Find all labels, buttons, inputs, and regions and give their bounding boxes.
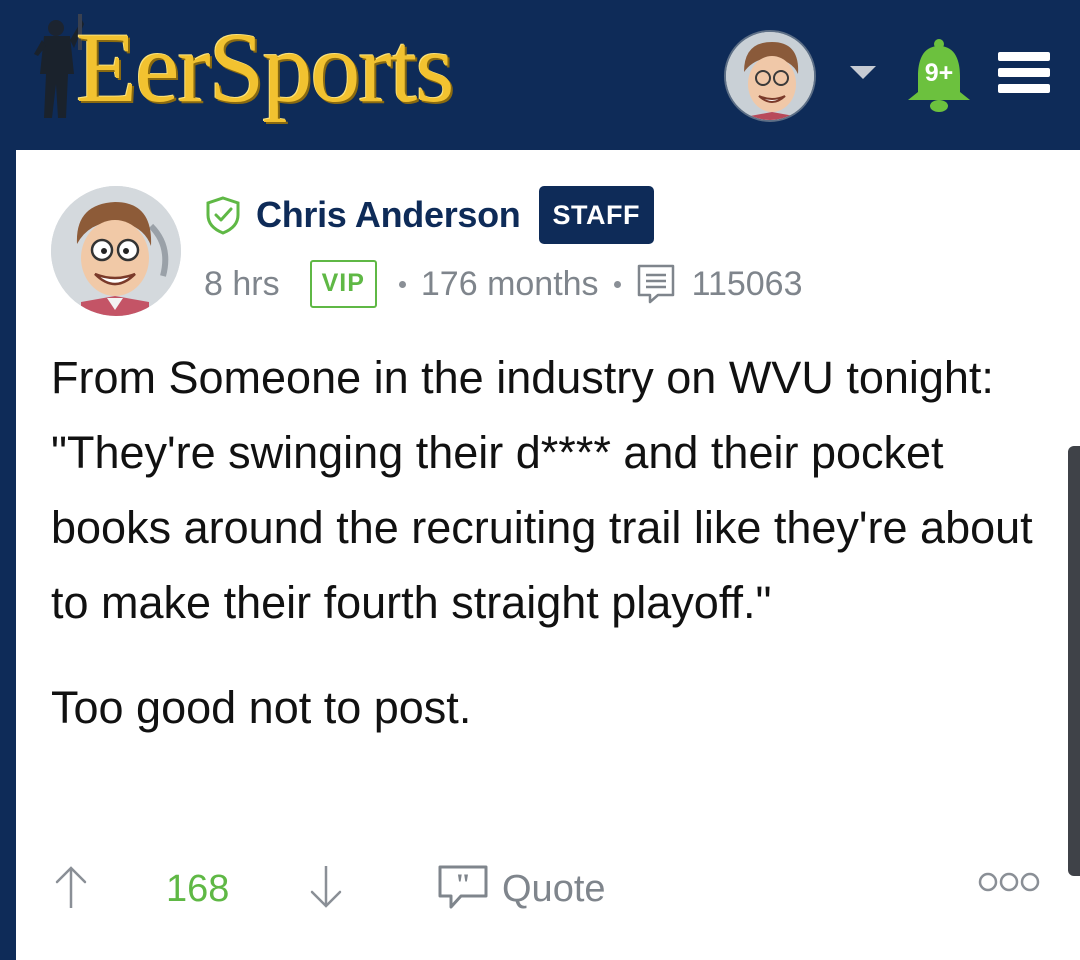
more-options-icon[interactable] [978, 870, 1040, 894]
shield-check-icon [206, 196, 240, 235]
arrow-down-icon[interactable] [306, 864, 346, 910]
notifications-button[interactable]: 9+ [904, 38, 974, 114]
svg-text:": " [455, 868, 472, 901]
post-paragraph-1: From Someone in the industry on WVU toni… [51, 352, 1033, 628]
notification-count: 9+ [924, 59, 954, 87]
post-paragraph-2: Too good not to post. [51, 682, 472, 733]
user-avatar[interactable] [724, 30, 816, 122]
separator-dot [398, 280, 406, 288]
separator-dot [613, 280, 621, 288]
quote-button[interactable]: Quote [502, 864, 606, 914]
post-actions: 168 " Quote [51, 860, 1051, 920]
message-icon [637, 264, 674, 304]
author-avatar[interactable] [51, 186, 181, 316]
staff-badge: STAFF [538, 186, 654, 244]
scrollbar[interactable] [1068, 446, 1080, 876]
quote-icon[interactable]: " [437, 864, 489, 910]
avatar-caricature-icon [726, 32, 814, 120]
post-meta: 8 hrs VIP 176 months 115063 [204, 258, 803, 310]
post-body: From Someone in the industry on WVU toni… [51, 340, 1051, 745]
vote-score: 168 [166, 868, 230, 910]
author-name[interactable]: Chris Anderson [256, 194, 521, 236]
vip-badge: VIP [309, 260, 377, 308]
hamburger-menu-icon[interactable] [998, 52, 1050, 94]
account-dropdown-icon[interactable] [850, 66, 876, 79]
member-duration: 176 months [420, 264, 599, 303]
message-count: 115063 [691, 264, 803, 303]
author-row: Chris Anderson STAFF [204, 186, 654, 244]
site-header: EerSports 9+ [0, 0, 1080, 150]
arrow-up-icon[interactable] [51, 864, 91, 910]
author-caricature-icon [51, 186, 181, 316]
logo-text: EerSports [76, 12, 454, 123]
site-logo[interactable]: EerSports [30, 8, 510, 138]
post-time: 8 hrs [204, 264, 280, 303]
